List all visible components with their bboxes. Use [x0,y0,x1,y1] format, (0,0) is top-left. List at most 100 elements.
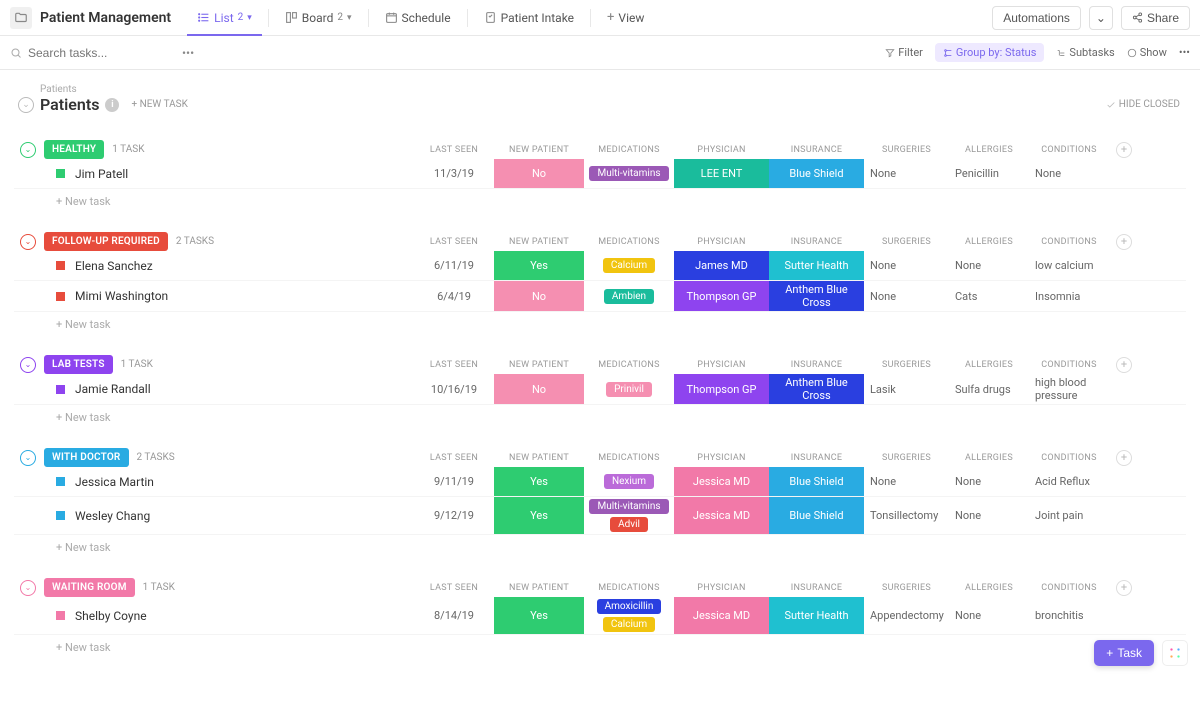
col-last-seen[interactable]: LAST SEEN [414,360,494,370]
cell-new-patient[interactable]: No [494,159,584,188]
cell-physician[interactable]: James MD [674,251,769,280]
collapse-group-icon[interactable]: ⌄ [20,234,36,250]
info-icon[interactable]: i [105,98,119,112]
cell-conditions[interactable]: low calcium [1029,251,1109,280]
breadcrumb[interactable]: Patients [40,84,77,95]
medication-pill[interactable]: Advil [610,517,648,532]
col-medications[interactable]: MEDICATIONS [584,145,674,155]
col-surgeries[interactable]: SURGERIES [864,360,949,370]
new-task-fab[interactable]: + Task [1094,640,1154,666]
medication-pill[interactable]: Multi-vitamins [589,499,668,514]
status-square-icon[interactable] [56,477,65,486]
cell-physician[interactable]: Thompson GP [674,281,769,311]
col-allergies[interactable]: ALLERGIES [949,583,1029,593]
new-task-row[interactable]: + New task [14,535,1186,560]
col-last-seen[interactable]: LAST SEEN [414,237,494,247]
show-button[interactable]: Show [1127,46,1167,59]
group-by-button[interactable]: Group by: Status [935,43,1045,62]
cell-physician[interactable]: Jessica MD [674,467,769,496]
col-conditions[interactable]: CONDITIONS [1029,360,1109,370]
col-last-seen[interactable]: LAST SEEN [414,145,494,155]
cell-allergies[interactable]: None [949,497,1029,534]
new-task-row[interactable]: + New task [14,312,1186,337]
task-row[interactable]: Wesley Chang 9/12/19 Yes Multi-vitaminsA… [14,497,1186,535]
search-box[interactable] [10,46,168,60]
cell-physician[interactable]: Thompson GP [674,374,769,404]
add-view-button[interactable]: + View [597,0,654,36]
status-square-icon[interactable] [56,611,65,620]
new-task-button[interactable]: + NEW TASK [131,99,187,110]
more-options-icon[interactable]: ••• [176,46,200,60]
cell-conditions[interactable]: None [1029,159,1109,188]
col-surgeries[interactable]: SURGERIES [864,237,949,247]
task-name-cell[interactable]: Shelby Coyne [14,597,414,634]
col-medications[interactable]: MEDICATIONS [584,360,674,370]
cell-allergies[interactable]: Penicillin [949,159,1029,188]
cell-physician[interactable]: LEE ENT [674,159,769,188]
medication-pill[interactable]: Multi-vitamins [589,166,668,181]
cell-surgeries[interactable]: None [864,159,949,188]
col-conditions[interactable]: CONDITIONS [1029,453,1109,463]
cell-conditions[interactable]: Acid Reflux [1029,467,1109,496]
col-allergies[interactable]: ALLERGIES [949,453,1029,463]
cell-allergies[interactable]: None [949,467,1029,496]
cell-surgeries[interactable]: Lasik [864,374,949,404]
task-row[interactable]: Elena Sanchez 6/11/19 Yes Calcium James … [14,251,1186,281]
cell-allergies[interactable]: Cats [949,281,1029,311]
cell-last-seen[interactable]: 6/4/19 [414,281,494,311]
medication-pill[interactable]: Calcium [603,617,655,632]
search-input[interactable] [28,46,168,60]
tab-schedule[interactable]: Schedule [375,0,461,36]
cell-surgeries[interactable]: None [864,281,949,311]
col-allergies[interactable]: ALLERGIES [949,237,1029,247]
share-button[interactable]: Share [1121,6,1190,30]
cell-physician[interactable]: Jessica MD [674,597,769,634]
col-new-patient[interactable]: NEW PATIENT [494,237,584,247]
apps-icon[interactable] [1162,640,1188,666]
cell-insurance[interactable]: Sutter Health [769,251,864,280]
cell-conditions[interactable]: bronchitis [1029,597,1109,634]
cell-last-seen[interactable]: 6/11/19 [414,251,494,280]
cell-medications[interactable]: Prinivil [584,374,674,404]
cell-insurance[interactable]: Blue Shield [769,497,864,534]
medication-pill[interactable]: Ambien [604,289,654,304]
cell-medications[interactable]: Multi-vitamins [584,159,674,188]
cell-surgeries[interactable]: None [864,251,949,280]
task-name-cell[interactable]: Jim Patell [14,159,414,188]
collapse-group-icon[interactable]: ⌄ [20,357,36,373]
add-column-icon[interactable]: + [1116,357,1132,373]
col-physician[interactable]: PHYSICIAN [674,145,769,155]
cell-medications[interactable]: Multi-vitamins Advil [584,497,674,534]
cell-surgeries[interactable]: Tonsillectomy [864,497,949,534]
col-surgeries[interactable]: SURGERIES [864,453,949,463]
cell-new-patient[interactable]: No [494,374,584,404]
automations-button[interactable]: Automations [992,6,1081,30]
col-new-patient[interactable]: NEW PATIENT [494,453,584,463]
col-physician[interactable]: PHYSICIAN [674,583,769,593]
cell-last-seen[interactable]: 8/14/19 [414,597,494,634]
cell-physician[interactable]: Jessica MD [674,497,769,534]
collapse-group-icon[interactable]: ⌄ [20,450,36,466]
status-pill[interactable]: FOLLOW-UP REQUIRED [44,232,168,251]
cell-conditions[interactable]: Insomnia [1029,281,1109,311]
new-task-row[interactable]: + New task [14,635,1186,660]
add-column-icon[interactable]: + [1116,234,1132,250]
cell-medications[interactable]: Amoxicillin Calcium [584,597,674,634]
col-allergies[interactable]: ALLERGIES [949,360,1029,370]
col-conditions[interactable]: CONDITIONS [1029,145,1109,155]
tab-board[interactable]: Board 2 ▾ [275,0,362,36]
task-name-cell[interactable]: Jamie Randall [14,374,414,404]
col-medications[interactable]: MEDICATIONS [584,237,674,247]
new-task-row[interactable]: + New task [14,189,1186,214]
col-conditions[interactable]: CONDITIONS [1029,583,1109,593]
cell-insurance[interactable]: Sutter Health [769,597,864,634]
medication-pill[interactable]: Amoxicillin [597,599,662,614]
col-last-seen[interactable]: LAST SEEN [414,583,494,593]
status-pill[interactable]: HEALTHY [44,140,104,159]
cell-new-patient[interactable]: Yes [494,597,584,634]
col-insurance[interactable]: INSURANCE [769,237,864,247]
col-last-seen[interactable]: LAST SEEN [414,453,494,463]
collapse-group-icon[interactable]: ⌄ [20,580,36,596]
cell-medications[interactable]: Calcium [584,251,674,280]
medication-pill[interactable]: Nexium [604,474,654,489]
